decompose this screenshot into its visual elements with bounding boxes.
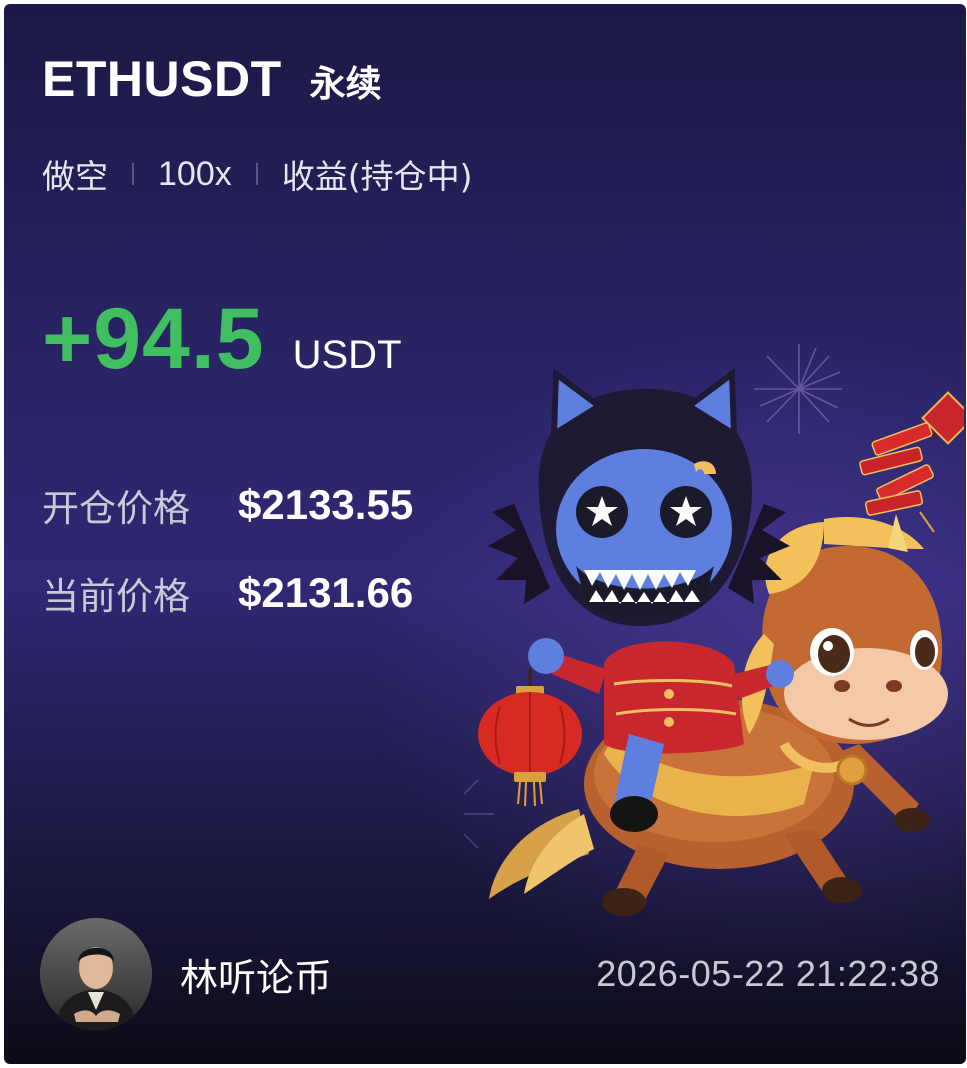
tag-divider	[132, 163, 134, 185]
mascot-illustration	[464, 344, 964, 916]
current-price-row: 当前价格 $2131.66	[42, 566, 413, 620]
avatar[interactable]	[40, 918, 152, 1030]
title-row: ETHUSDT 永续	[42, 50, 382, 108]
firecrackers-icon	[859, 391, 964, 533]
pnl-unit: USDT	[292, 333, 402, 377]
user-avatar-photo-icon	[40, 918, 152, 1030]
red-lantern-icon	[478, 669, 582, 807]
trading-pair-symbol: ETHUSDT	[42, 51, 282, 107]
open-price-label: 开仓价格	[42, 487, 190, 530]
fireworks-icon	[464, 779, 494, 849]
open-price-row: 开仓价格 $2133.55	[42, 478, 413, 532]
share-footer: 林听论币 2026-05-22 21:22:38	[40, 918, 940, 1030]
author-name: 林听论币	[180, 955, 333, 1000]
current-price-label: 当前价格	[42, 575, 190, 618]
open-price-value: $2133.55	[238, 481, 414, 528]
leverage: 100x	[158, 154, 232, 193]
pnl-share-card: ETHUSDT 永续 做空 100x 收益(持仓中) +94.5 USDT 开仓…	[4, 4, 966, 1064]
contract-type: 永续	[309, 64, 382, 105]
current-price-value: $2131.66	[238, 569, 414, 616]
share-timestamp: 2026-05-22 21:22:38	[596, 953, 940, 994]
position-status: 收益(持仓中)	[281, 157, 473, 196]
position-direction: 做空	[42, 157, 108, 196]
pnl-value: +94.5	[42, 291, 265, 387]
pnl-row: +94.5 USDT	[42, 290, 402, 389]
position-tags: 做空 100x 收益(持仓中)	[42, 150, 472, 198]
fireworks-icon	[754, 344, 842, 434]
tag-divider	[255, 163, 258, 185]
